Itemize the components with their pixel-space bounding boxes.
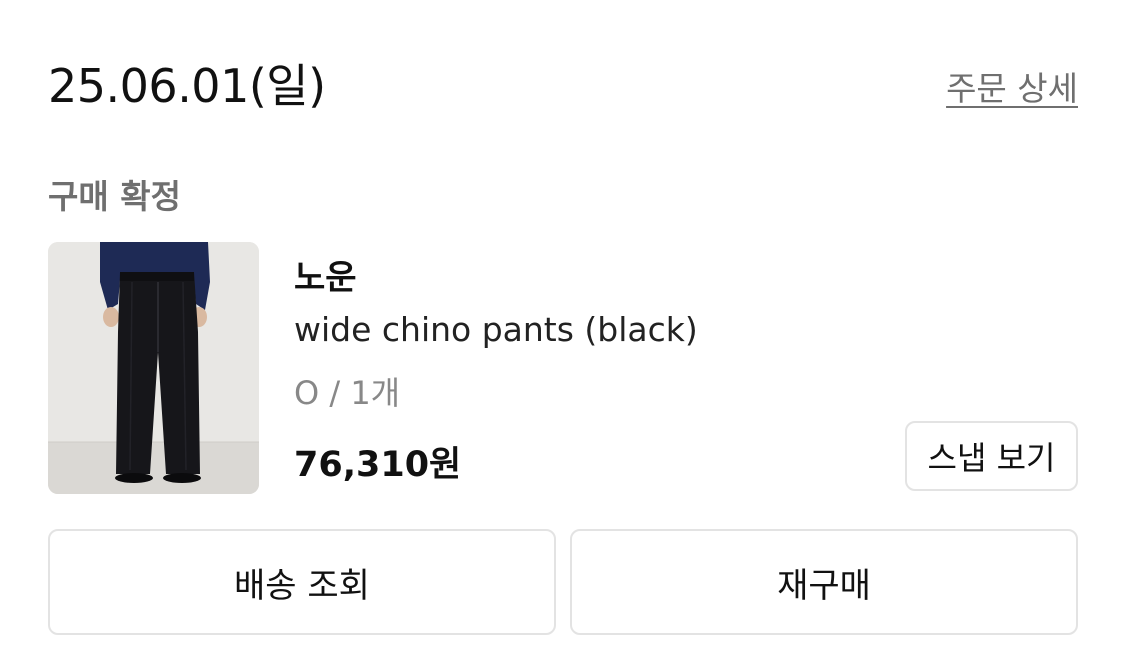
brand-name[interactable]: 노운 (294, 250, 357, 299)
delivery-tracking-button[interactable]: 배송 조회 (48, 529, 556, 635)
product-image[interactable] (48, 242, 259, 494)
product-price: 76,310원 (294, 445, 462, 485)
product-option: O / 1개 (294, 374, 401, 412)
order-status: 구매 확정 (48, 177, 181, 216)
order-date: 25.06.01(일) (48, 59, 326, 113)
product-name[interactable]: wide chino pants (black) (294, 310, 698, 349)
order-detail-link[interactable]: 주문 상세 (946, 62, 1078, 110)
reorder-button[interactable]: 재구매 (570, 529, 1078, 635)
snap-view-button[interactable]: 스냅 보기 (905, 421, 1078, 491)
